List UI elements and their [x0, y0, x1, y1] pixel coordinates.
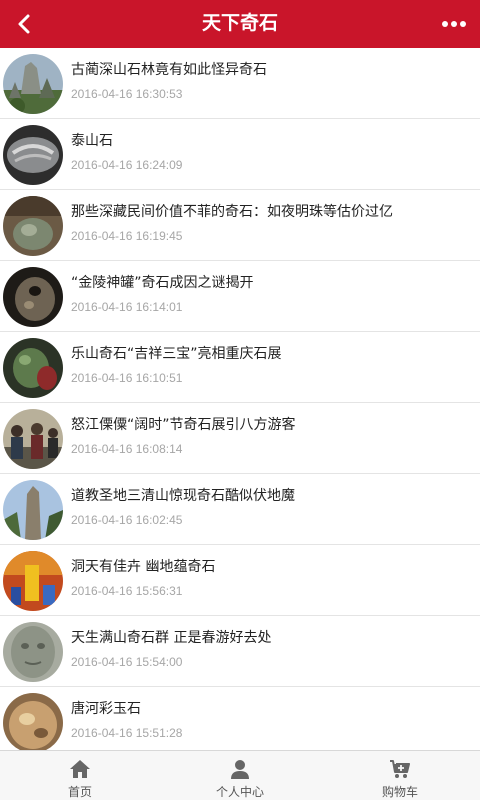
article-thumbnail: [3, 480, 63, 540]
list-item[interactable]: 泰山石 2016-04-16 16:24:09: [0, 119, 480, 190]
cart-icon: [390, 760, 410, 778]
more-dots-icon: [442, 21, 466, 27]
more-button[interactable]: [438, 8, 470, 40]
article-date: 2016-04-16 16:02:45: [71, 513, 183, 527]
tab-home[interactable]: 首页: [0, 751, 160, 800]
article-title: 乐山奇石“吉祥三宝”亮相重庆石展: [71, 346, 282, 362]
article-title: 唐河彩玉石: [71, 701, 141, 717]
article-thumbnail: [3, 693, 63, 750]
article-thumbnail: [3, 54, 63, 114]
home-icon: [70, 760, 90, 778]
article-thumbnail: [3, 196, 63, 256]
article-title: 道教圣地三清山惊现奇石酷似伏地魔: [71, 488, 295, 504]
tab-cart[interactable]: 购物车: [320, 751, 480, 800]
article-title: 洞天有佳卉 幽地蕴奇石: [71, 559, 216, 575]
article-thumbnail: [3, 409, 63, 469]
article-date: 2016-04-16 16:30:53: [71, 87, 183, 101]
article-title: 天生满山奇石群 正是春游好去处: [71, 630, 272, 646]
article-list: 古蔺深山石林竟有如此怪异奇石 2016-04-16 16:30:53 泰山石 2…: [0, 48, 480, 750]
article-thumbnail: [3, 551, 63, 611]
article-title: “金陵神罐”奇石成因之谜揭开: [71, 275, 254, 291]
article-title: 泰山石: [71, 133, 113, 149]
tab-profile-label: 个人中心: [215, 785, 264, 799]
tab-home-label: 首页: [67, 785, 92, 799]
article-date: 2016-04-16 15:56:31: [71, 584, 183, 598]
article-date: 2016-04-16 16:08:14: [71, 442, 183, 456]
list-item[interactable]: 天生满山奇石群 正是春游好去处 2016-04-16 15:54:00: [0, 616, 480, 687]
page-title: 天下奇石: [201, 12, 278, 34]
article-date: 2016-04-16 16:14:01: [71, 300, 183, 314]
tab-cart-label: 购物车: [381, 785, 418, 799]
article-title: 古蔺深山石林竟有如此怪异奇石: [71, 62, 267, 78]
article-date: 2016-04-16 16:19:45: [71, 229, 183, 243]
tab-profile[interactable]: 个人中心: [160, 751, 320, 800]
list-item[interactable]: 道教圣地三清山惊现奇石酷似伏地魔 2016-04-16 16:02:45: [0, 474, 480, 545]
bottom-tab-bar: 首页 个人中心 购物车: [0, 750, 480, 800]
article-date: 2016-04-16 15:51:28: [71, 726, 183, 740]
list-item[interactable]: 洞天有佳卉 幽地蕴奇石 2016-04-16 15:56:31: [0, 545, 480, 616]
list-item[interactable]: 怒江傈僳“阔时”节奇石展引八方游客 2016-04-16 16:08:14: [0, 403, 480, 474]
article-date: 2016-04-16 16:24:09: [71, 158, 183, 172]
article-thumbnail: [3, 338, 63, 398]
user-icon: [231, 760, 249, 779]
article-thumbnail: [3, 267, 63, 327]
article-title: 怒江傈僳“阔时”节奇石展引八方游客: [71, 417, 296, 433]
article-date: 2016-04-16 16:10:51: [71, 371, 183, 385]
article-title: 那些深藏民间价值不菲的奇石：如夜明珠等估价过亿: [71, 204, 393, 220]
article-thumbnail: [3, 125, 63, 185]
app-header: 天下奇石: [0, 0, 480, 48]
list-item[interactable]: 古蔺深山石林竟有如此怪异奇石 2016-04-16 16:30:53: [0, 48, 480, 119]
list-item[interactable]: “金陵神罐”奇石成因之谜揭开 2016-04-16 16:14:01: [0, 261, 480, 332]
list-item[interactable]: 那些深藏民间价值不菲的奇石：如夜明珠等估价过亿 2016-04-16 16:19…: [0, 190, 480, 261]
list-item[interactable]: 乐山奇石“吉祥三宝”亮相重庆石展 2016-04-16 16:10:51: [0, 332, 480, 403]
article-date: 2016-04-16 15:54:00: [71, 655, 183, 669]
article-thumbnail: [3, 622, 63, 682]
list-item[interactable]: 唐河彩玉石 2016-04-16 15:51:28: [0, 687, 480, 750]
